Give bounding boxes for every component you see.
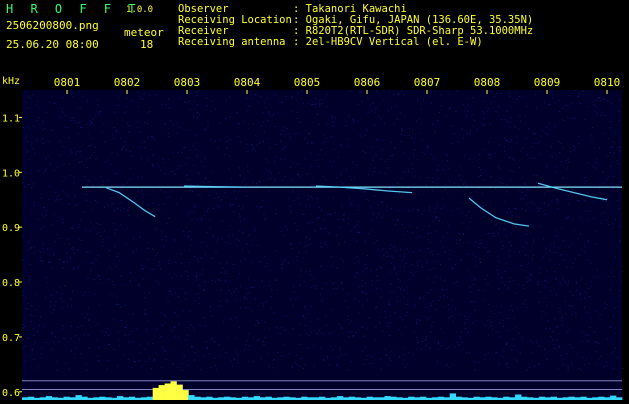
activity-bar <box>253 396 260 400</box>
activity-bar <box>152 387 159 400</box>
y-tick-label: 0.7 <box>2 333 20 344</box>
y-tick-label: 0.6 <box>2 388 20 399</box>
x-tick-label: 0810 <box>594 76 621 89</box>
activity-bar <box>176 384 183 400</box>
app-version: 1.0.0 <box>126 5 154 15</box>
x-tick-label: 0804 <box>234 76 261 89</box>
activity-bar <box>182 390 189 400</box>
activity-bar <box>158 385 165 400</box>
info-value-antenna: : 2el-HB9CV Vertical (el. E-W) <box>293 36 483 48</box>
spectrogram-panel: 0801 0802 0803 0804 0805 0806 0807 0808 0809 0810… <box>0 72 629 401</box>
activity-bar <box>515 394 522 400</box>
activity-bar <box>164 383 171 400</box>
activity-bar <box>170 381 177 400</box>
activity-bar <box>188 395 195 401</box>
x-tick-label: 0807 <box>414 76 441 89</box>
x-tick-label: 0801 <box>54 76 81 89</box>
y-tick-label: 0.9 <box>2 223 20 234</box>
activity-bar <box>336 396 344 400</box>
y-tick-label: 1.1 <box>2 113 20 124</box>
file-name: 2506200800.png <box>6 19 99 32</box>
meteor-count: 18 <box>140 38 154 51</box>
header-panel: H R O F F T 1.0.0 2506200800.png 25.06.2… <box>0 0 629 72</box>
x-tick-label: 0803 <box>174 76 201 89</box>
app-title: H R O F F T <box>6 2 141 16</box>
file-datetime: 25.06.20 08:00 <box>6 38 99 51</box>
activity-bar <box>45 396 53 400</box>
activity-bar <box>449 393 456 400</box>
x-tick-label: 0806 <box>354 76 381 89</box>
activity-bar <box>75 395 82 401</box>
y-tick-label: 1.0 <box>2 168 20 179</box>
x-tick-label: 0808 <box>474 76 501 89</box>
activity-bar <box>384 396 391 400</box>
activity-bar <box>610 395 617 400</box>
y-axis-label: kHz <box>2 76 20 87</box>
activity-bar <box>117 396 124 400</box>
x-tick-label: 0809 <box>534 76 561 89</box>
x-tick-label: 0805 <box>294 76 321 89</box>
spectrogram-chart: 0801 0802 0803 0804 0805 0806 0807 0808 0809 0810… <box>0 72 629 401</box>
x-tick-label: 0802 <box>114 76 141 89</box>
info-label-antenna: Receiving antenna <box>178 36 286 48</box>
y-tick-label: 0.8 <box>2 278 20 289</box>
